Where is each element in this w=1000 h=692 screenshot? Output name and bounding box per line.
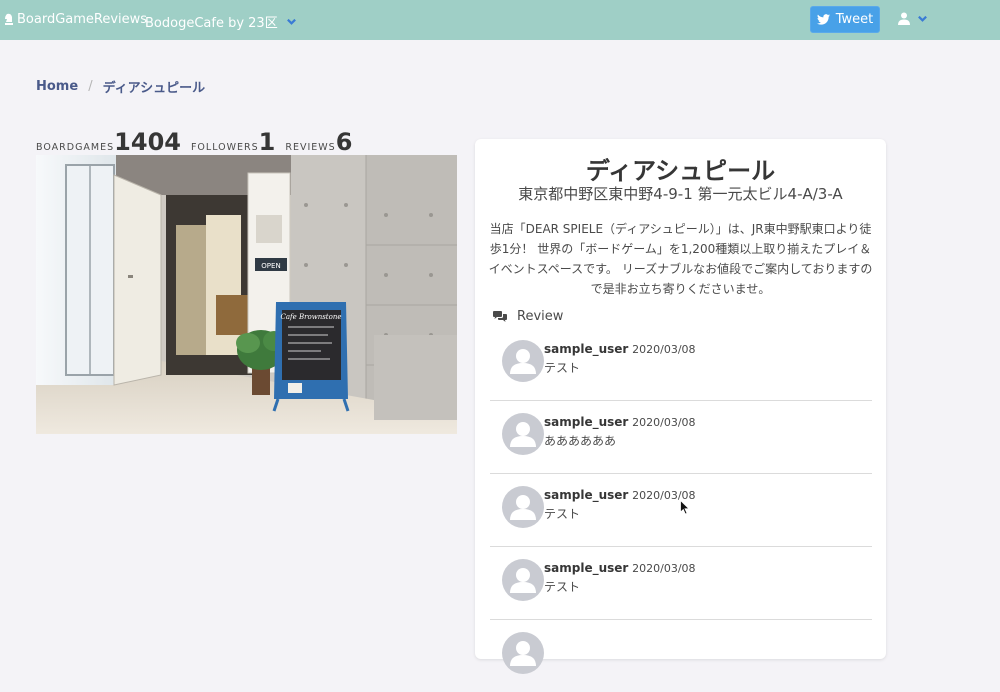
- user-dropdown[interactable]: [898, 12, 928, 25]
- twitter-icon: [816, 14, 830, 25]
- user-avatar-icon: [502, 559, 544, 601]
- shop-address: 東京都中野区東中野4-9-1 第一元太ビル4-A/3-A: [518, 185, 843, 203]
- cafe-dropdown[interactable]: BodogeCafe by 23区: [145, 12, 297, 31]
- review-item[interactable]: [490, 620, 872, 692]
- comments-icon: [493, 311, 507, 322]
- review-item[interactable]: sample_user 2020/03/08 ああああああ: [490, 401, 872, 474]
- followers-count[interactable]: 1: [259, 128, 276, 156]
- shop-name: ディアシュピール: [585, 157, 776, 185]
- navbar: BoardGameReviews BodogeCafe by 23区 Tweet: [0, 0, 1000, 40]
- review-date: 2020/03/08: [632, 416, 696, 429]
- review-text: テスト: [544, 507, 581, 521]
- boardgames-count[interactable]: 1404: [114, 128, 181, 156]
- user-icon: [898, 12, 910, 25]
- review-text: ああああああ: [544, 434, 617, 448]
- chevron-down-icon: [918, 15, 927, 22]
- open-sign-text: OPEN: [261, 262, 280, 270]
- user-avatar-icon: [502, 340, 544, 382]
- user-avatar-icon: [502, 632, 544, 674]
- review-username[interactable]: sample_user: [544, 488, 628, 502]
- shop-photo: OPEN Cafe Brownstone: [36, 155, 457, 434]
- chess-piece-icon: [5, 13, 13, 25]
- review-username[interactable]: sample_user: [544, 342, 628, 356]
- review-heading-label: Review: [517, 309, 564, 324]
- review-text: テスト: [544, 361, 581, 375]
- review-item[interactable]: sample_user 2020/03/08 テスト: [490, 547, 872, 620]
- brand-link[interactable]: BoardGameReviews: [4, 12, 147, 27]
- mouse-cursor-icon: [680, 500, 690, 515]
- review-username[interactable]: sample_user: [544, 561, 628, 575]
- user-avatar-icon: [502, 413, 544, 455]
- shop-info-card: ディアシュピール 東京都中野区東中野4-9-1 第一元太ビル4-A/3-A 当店…: [475, 139, 886, 674]
- sign-cafe-name: Cafe Brownstone: [281, 313, 342, 321]
- review-text: テスト: [544, 580, 581, 594]
- followers-label: FOLLOWERS: [190, 142, 259, 153]
- shop-stats: BOARDGAMES 1404 FOLLOWERS 1 REVIEWS 6: [36, 128, 362, 156]
- tweet-button[interactable]: Tweet: [810, 6, 880, 33]
- reviews-count[interactable]: 6: [336, 128, 353, 156]
- brand-label: BoardGameReviews: [17, 12, 148, 27]
- review-username[interactable]: sample_user: [544, 415, 628, 429]
- shop-description: 当店「DEAR SPIELE（ディアシュピール）」は、JR東中野駅東口より徒歩1…: [488, 222, 873, 296]
- review-date: 2020/03/08: [632, 343, 696, 356]
- breadcrumb: Home / ディアシュピール: [36, 77, 205, 96]
- breadcrumb-separator: /: [88, 79, 93, 94]
- shop-photo-illustration: OPEN Cafe Brownstone: [36, 155, 457, 434]
- review-date: 2020/03/08: [632, 562, 696, 575]
- chevron-down-icon: [286, 18, 296, 25]
- breadcrumb-home-link[interactable]: Home: [36, 79, 78, 94]
- tweet-label: Tweet: [835, 12, 874, 27]
- user-avatar-icon: [502, 486, 544, 528]
- reviews-label: REVIEWS: [285, 142, 336, 153]
- cafe-dropdown-label: BodogeCafe by 23区: [145, 16, 278, 31]
- breadcrumb-current: ディアシュピール: [102, 81, 206, 96]
- review-section-heading: Review: [493, 309, 563, 324]
- review-item[interactable]: sample_user 2020/03/08 テスト: [490, 328, 872, 401]
- boardgames-label: BOARDGAMES: [36, 142, 115, 153]
